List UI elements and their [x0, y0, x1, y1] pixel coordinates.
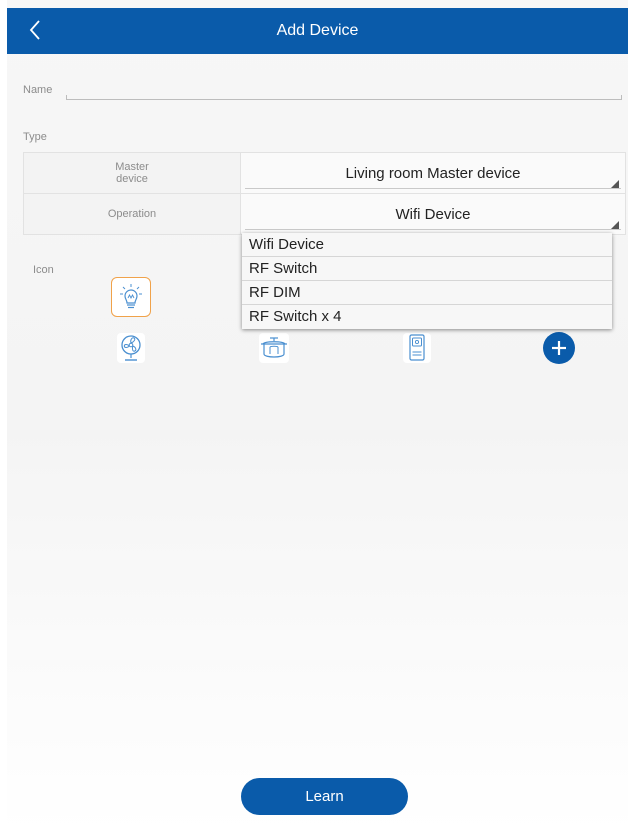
fan-icon	[117, 333, 145, 363]
name-input[interactable]	[66, 95, 622, 100]
icon-label: Icon	[33, 264, 54, 276]
operation-label: Operation	[24, 194, 241, 234]
dropdown-option-rf-switch-x4[interactable]: RF Switch x 4	[242, 305, 612, 329]
plus-icon	[552, 341, 566, 355]
type-table: Master device Living room Master device …	[23, 152, 626, 235]
master-device-value: Living room Master device	[345, 165, 521, 182]
dropdown-arrow-icon	[611, 221, 619, 229]
dropdown-arrow-icon	[611, 180, 619, 188]
add-icon-button[interactable]	[543, 332, 575, 364]
left-margin	[0, 0, 7, 834]
master-device-select[interactable]: Living room Master device	[241, 153, 625, 193]
screen: Add Device Name Type Master device Livin…	[0, 0, 634, 834]
icon-option-remote-control[interactable]	[399, 330, 435, 366]
operation-dropdown-menu: Wifi Device RF Switch RF DIM RF Switch x…	[242, 233, 612, 329]
remote-control-icon	[403, 333, 431, 363]
operation-value: Wifi Device	[395, 206, 471, 223]
dropdown-option-wifi-device[interactable]: Wifi Device	[242, 233, 612, 257]
name-label: Name	[23, 84, 53, 96]
master-device-underline	[245, 188, 621, 189]
operation-row: Operation Wifi Device	[24, 194, 625, 234]
learn-button[interactable]: Learn	[241, 778, 408, 815]
dropdown-option-rf-dim[interactable]: RF DIM	[242, 281, 612, 305]
icon-option-fan[interactable]	[113, 330, 149, 366]
operation-underline	[245, 229, 621, 230]
page-title: Add Device	[276, 22, 359, 39]
type-label: Type	[23, 131, 47, 143]
master-device-label: Master device	[24, 153, 241, 193]
app-bar: Add Device	[7, 8, 628, 54]
operation-select[interactable]: Wifi Device	[241, 194, 625, 234]
icon-option-rice-cooker[interactable]	[256, 330, 292, 366]
dropdown-option-rf-switch[interactable]: RF Switch	[242, 257, 612, 281]
master-device-label-text: Master device	[115, 161, 149, 185]
right-margin	[628, 0, 634, 834]
light-bulb-icon	[120, 284, 142, 309]
operation-label-text: Operation	[107, 208, 157, 220]
icon-option-light-bulb[interactable]	[111, 277, 151, 317]
master-device-row: Master device Living room Master device	[24, 153, 625, 194]
rice-cooker-icon	[259, 333, 289, 363]
